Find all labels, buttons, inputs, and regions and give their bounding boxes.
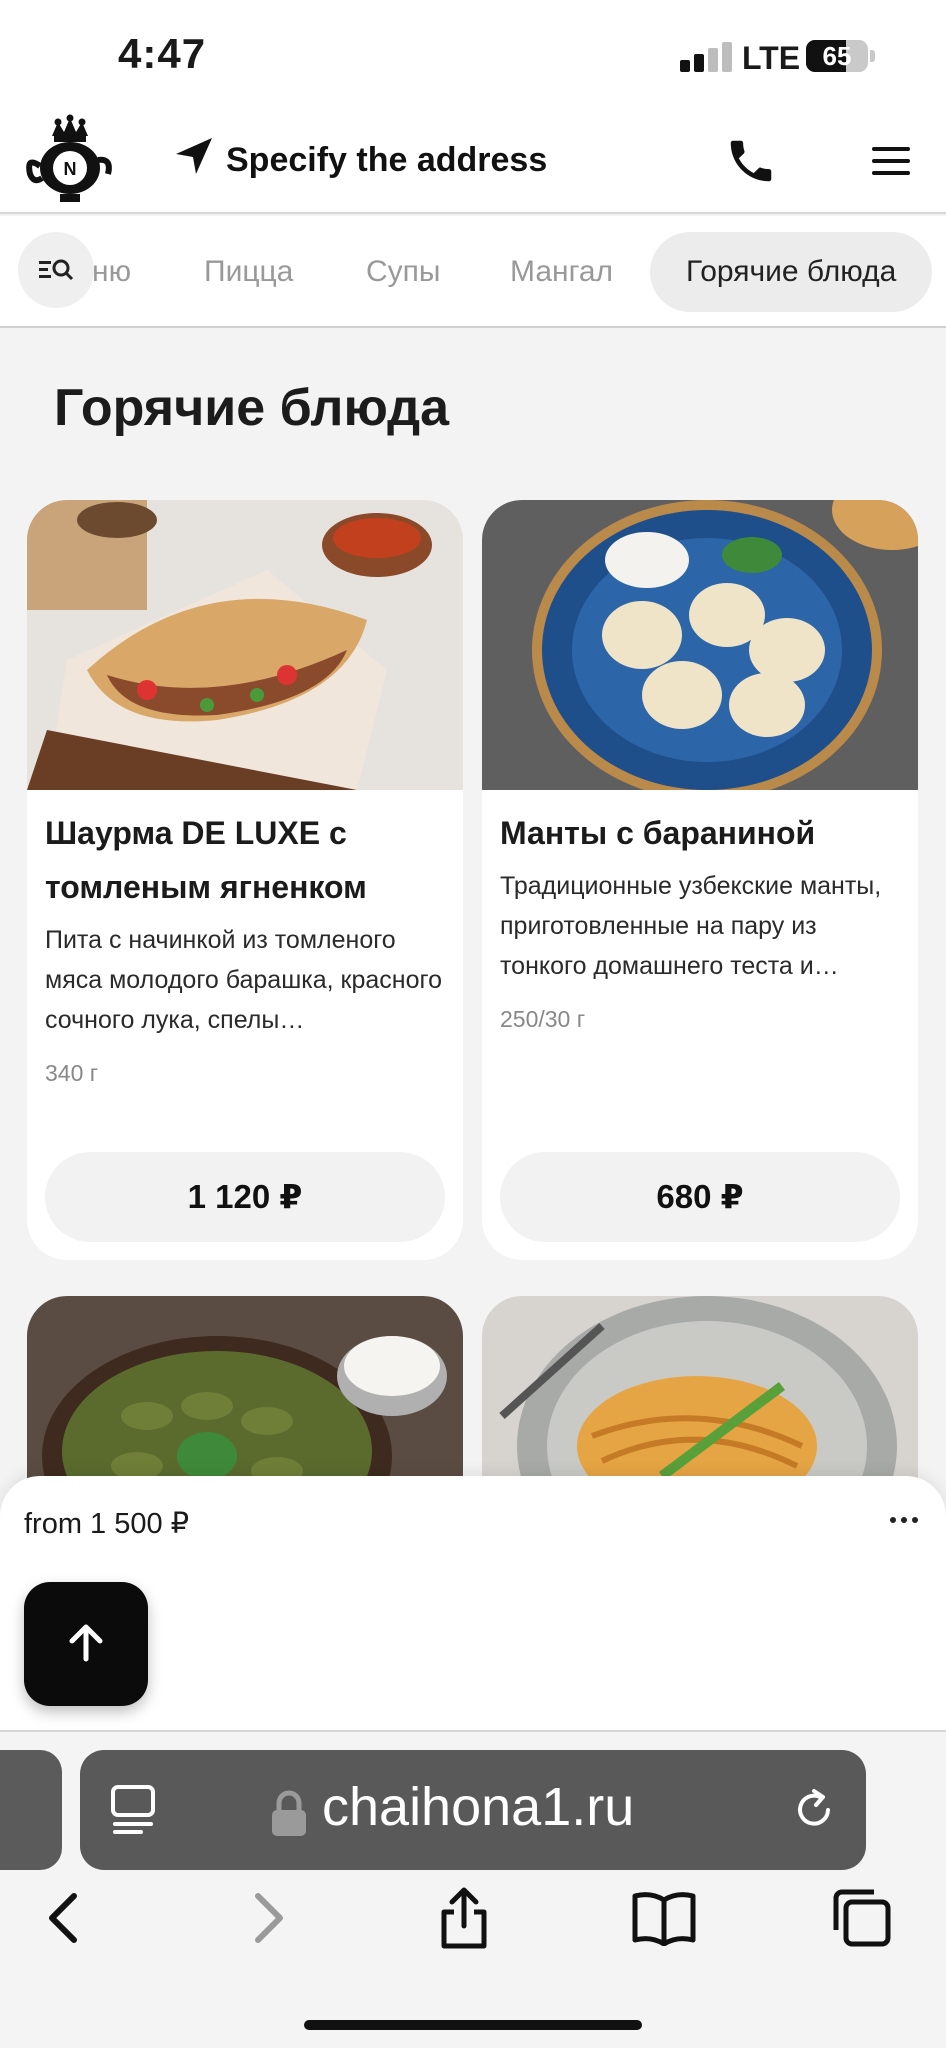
- category-tabs: ню Пицца Супы Мангал Горячие блюда: [0, 216, 946, 328]
- reader-mode-icon[interactable]: [110, 1784, 156, 1836]
- forward-icon[interactable]: [232, 1882, 304, 1954]
- tab-soups[interactable]: Супы: [366, 232, 440, 312]
- chaihona-logo-icon[interactable]: N: [26, 114, 114, 206]
- location-arrow-icon: [172, 134, 216, 187]
- product-weight: 250/30 г: [500, 1006, 586, 1032]
- product-image-manty[interactable]: [482, 500, 918, 800]
- share-icon[interactable]: [428, 1882, 500, 1954]
- more-dots-icon[interactable]: [890, 1510, 924, 1530]
- status-bar: 4:47 LTE 65: [0, 0, 946, 108]
- tab-menu[interactable]: ню: [92, 232, 131, 312]
- url-text: chaihona1.ru: [322, 1777, 635, 1837]
- reload-icon[interactable]: [790, 1786, 838, 1834]
- phone-icon[interactable]: [724, 134, 778, 188]
- home-indicator: [304, 2020, 642, 2030]
- menu-search-icon[interactable]: [18, 232, 94, 308]
- product-image-shawarma[interactable]: [27, 500, 463, 790]
- browser-toolbar: chaihona1.ru: [0, 1730, 946, 2048]
- product-description: Традиционные узбекские манты, приготовле…: [500, 866, 900, 986]
- address-bar[interactable]: chaihona1.ru: [80, 1750, 866, 1870]
- product-card[interactable]: Манты с бараниной Традиционные узбекские…: [482, 500, 918, 1260]
- back-icon[interactable]: [28, 1882, 100, 1954]
- specify-address-button[interactable]: Specify the address: [172, 132, 547, 188]
- site-header: N Specify the address: [0, 108, 946, 214]
- status-time: 4:47: [118, 30, 207, 77]
- tabs-icon[interactable]: [826, 1882, 898, 1954]
- cart-from-price: from 1 500 ₽: [24, 1508, 190, 1540]
- product-title: Манты с бараниной: [500, 815, 816, 851]
- section-title: Горячие блюда: [54, 379, 450, 437]
- svg-text:N: N: [64, 159, 77, 179]
- battery-level: 65: [822, 41, 852, 71]
- tab-hot-dishes[interactable]: Горячие блюда: [650, 232, 933, 312]
- product-title: Шаурма DE LUXE с томленым ягненком: [45, 815, 367, 905]
- battery-icon: 65: [806, 40, 868, 72]
- product-description: Пита с начинкой из томленого мяса молодо…: [45, 920, 445, 1040]
- arrow-up-icon: [63, 1619, 109, 1670]
- product-weight: 340 г: [45, 1060, 99, 1086]
- lock-icon: [270, 1790, 308, 1838]
- product-description-text: Традиционные узбекские манты, приготовле…: [500, 872, 882, 980]
- network-type: LTE: [742, 40, 801, 76]
- previous-tab-preview[interactable]: [0, 1750, 62, 1870]
- price-button[interactable]: 680 ₽: [500, 1152, 900, 1242]
- battery-nub: [870, 50, 875, 62]
- bookmarks-icon[interactable]: [628, 1882, 700, 1954]
- hamburger-menu-icon[interactable]: [868, 138, 914, 184]
- price-button[interactable]: 1 120 ₽: [45, 1152, 445, 1242]
- tab-grill[interactable]: Мангал: [510, 232, 613, 312]
- scroll-to-top-button[interactable]: [24, 1582, 148, 1706]
- address-label: Specify the address: [226, 140, 548, 179]
- product-description-text: Пита с начинкой из томленого мяса молодо…: [45, 926, 442, 1034]
- signal-icon: [680, 40, 732, 72]
- product-card[interactable]: Шаурма DE LUXE с томленым ягненком Пита …: [27, 500, 463, 1260]
- tab-pizza[interactable]: Пицца: [204, 232, 293, 312]
